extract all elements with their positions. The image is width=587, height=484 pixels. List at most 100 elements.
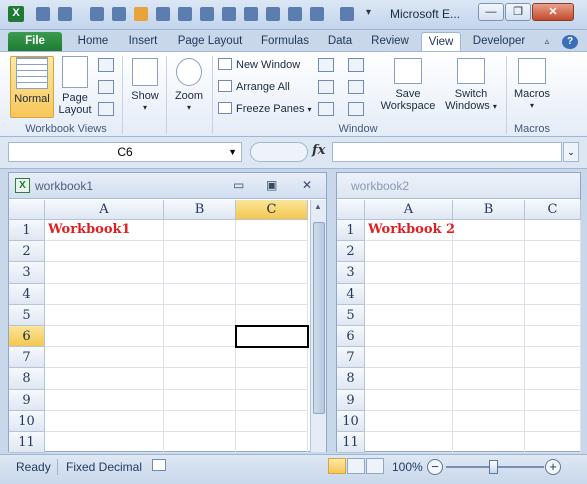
tab-home[interactable]: Home	[70, 32, 116, 51]
print-icon[interactable]	[90, 7, 104, 21]
tab-formulas[interactable]: Formulas	[254, 32, 316, 51]
macro-record-icon[interactable]	[152, 459, 166, 471]
cell-c5[interactable]	[525, 304, 581, 326]
save-icon[interactable]	[36, 7, 50, 21]
cell-c1[interactable]	[236, 220, 308, 242]
formula-bar-divider[interactable]	[250, 142, 308, 162]
cell-a9[interactable]	[45, 389, 164, 411]
cell-c9[interactable]	[525, 389, 581, 411]
active-cell-c6[interactable]	[235, 325, 309, 349]
row-header-4[interactable]: 4	[9, 283, 45, 305]
tab-page-layout[interactable]: Page Layout	[172, 32, 248, 51]
page-layout-status-button[interactable]	[347, 458, 365, 474]
customize-qat-chevron-icon[interactable]: ▾	[366, 7, 380, 21]
cell-b7[interactable]	[164, 347, 236, 369]
cell-a6[interactable]	[365, 326, 453, 348]
redo-icon[interactable]	[310, 7, 324, 21]
cell-b1[interactable]	[453, 220, 525, 242]
name-box[interactable]: C6 ▼	[8, 142, 242, 162]
row-header-5[interactable]: 5	[337, 304, 365, 326]
print-preview-icon[interactable]	[156, 7, 170, 21]
zoom-slider-thumb[interactable]	[489, 460, 498, 474]
column-header-c[interactable]: C	[525, 200, 581, 220]
full-screen-icon[interactable]	[98, 102, 114, 116]
zoom-level[interactable]: 100%	[392, 460, 423, 474]
row-header-11[interactable]: 11	[9, 432, 45, 454]
row-header-10[interactable]: 10	[337, 410, 365, 432]
cell-b2[interactable]	[164, 241, 236, 263]
column-header-b[interactable]: B	[453, 200, 525, 220]
cell-b4[interactable]	[164, 283, 236, 305]
cell-b8[interactable]	[453, 368, 525, 390]
workbook1-scroll-thumb[interactable]	[313, 222, 325, 414]
expand-formula-bar-icon[interactable]: ⌄	[563, 142, 579, 162]
cell-c1[interactable]	[525, 220, 581, 242]
cell-c2[interactable]	[525, 241, 581, 263]
cell-c10[interactable]	[525, 410, 581, 432]
zoom-out-button[interactable]: −	[427, 459, 443, 475]
cell-c4[interactable]	[525, 283, 581, 305]
cell-c5[interactable]	[236, 304, 308, 326]
row-header-4[interactable]: 4	[337, 283, 365, 305]
row-header-1[interactable]: 1	[9, 220, 45, 242]
page-layout-view-button[interactable]: Page Layout	[56, 56, 94, 118]
column-header-a[interactable]: A	[45, 200, 164, 220]
tab-insert[interactable]: Insert	[120, 32, 166, 51]
cell-a3[interactable]	[365, 262, 453, 284]
cell-a5[interactable]	[45, 304, 164, 326]
cell-c2[interactable]	[236, 241, 308, 263]
row-header-2[interactable]: 2	[337, 241, 365, 263]
freeze-panes-button[interactable]: Freeze Panes ▾	[218, 100, 312, 118]
row-header-3[interactable]: 3	[9, 262, 45, 284]
unhide-icon[interactable]	[318, 102, 334, 116]
row-header-7[interactable]: 7	[9, 347, 45, 369]
open-folder-icon[interactable]	[134, 7, 148, 21]
excel-logo-icon[interactable]: X	[8, 6, 24, 22]
cell-a10[interactable]	[45, 410, 164, 432]
column-header-b[interactable]: B	[164, 200, 236, 220]
cell-b11[interactable]	[453, 432, 525, 454]
table-icon[interactable]	[200, 7, 214, 21]
row-header-10[interactable]: 10	[9, 410, 45, 432]
row-header-8[interactable]: 8	[9, 368, 45, 390]
tab-view[interactable]: View	[421, 32, 461, 51]
workbook1-close-button[interactable]: ✕	[302, 178, 312, 192]
arrange-all-button[interactable]: Arrange All	[218, 78, 290, 96]
row-header-11[interactable]: 11	[337, 432, 365, 454]
select-all-corner[interactable]	[9, 200, 45, 220]
row-header-6[interactable]: 6	[9, 326, 45, 348]
zoom-button[interactable]: Zoom ▾	[170, 56, 208, 118]
sort-icon[interactable]	[288, 7, 302, 21]
cell-c7[interactable]	[236, 347, 308, 369]
name-box-dropdown-icon[interactable]: ▼	[228, 143, 237, 161]
row-header-1[interactable]: 1	[337, 220, 365, 242]
copy-icon[interactable]	[112, 7, 126, 21]
cell-a11[interactable]	[365, 432, 453, 454]
cell-c9[interactable]	[236, 389, 308, 411]
cell-a3[interactable]	[45, 262, 164, 284]
minimize-button[interactable]: —	[478, 3, 504, 21]
row-header-9[interactable]: 9	[9, 389, 45, 411]
synchronous-scrolling-icon[interactable]	[348, 80, 364, 94]
cell-c8[interactable]	[236, 368, 308, 390]
cell-b6[interactable]	[453, 326, 525, 348]
form-icon[interactable]	[266, 7, 280, 21]
workbook1-restore-button[interactable]: ▣	[266, 178, 277, 192]
spelling-icon[interactable]	[178, 7, 192, 21]
reset-window-position-icon[interactable]	[348, 102, 364, 116]
view-side-by-side-icon[interactable]	[348, 58, 364, 72]
normal-view-button[interactable]: Normal	[10, 56, 54, 118]
workbook1-vertical-scrollbar[interactable]: ▲	[310, 200, 326, 452]
new-window-button[interactable]: New Window	[218, 56, 300, 74]
cell-b9[interactable]	[164, 389, 236, 411]
cell-b6[interactable]	[164, 326, 236, 348]
cell-a9[interactable]	[365, 389, 453, 411]
cell-a8[interactable]	[45, 368, 164, 390]
tab-data[interactable]: Data	[320, 32, 360, 51]
insert-function-icon[interactable]: fx	[312, 143, 325, 158]
workbook2-window[interactable]: workbook2 A B C 1 2 3 4 5 6 7 8 9 10 11 Workbook 2	[336, 172, 581, 454]
cell-b3[interactable]	[164, 262, 236, 284]
hide-icon[interactable]	[318, 80, 334, 94]
page-break-preview-icon[interactable]	[98, 58, 114, 72]
custom-views-icon[interactable]	[98, 80, 114, 94]
